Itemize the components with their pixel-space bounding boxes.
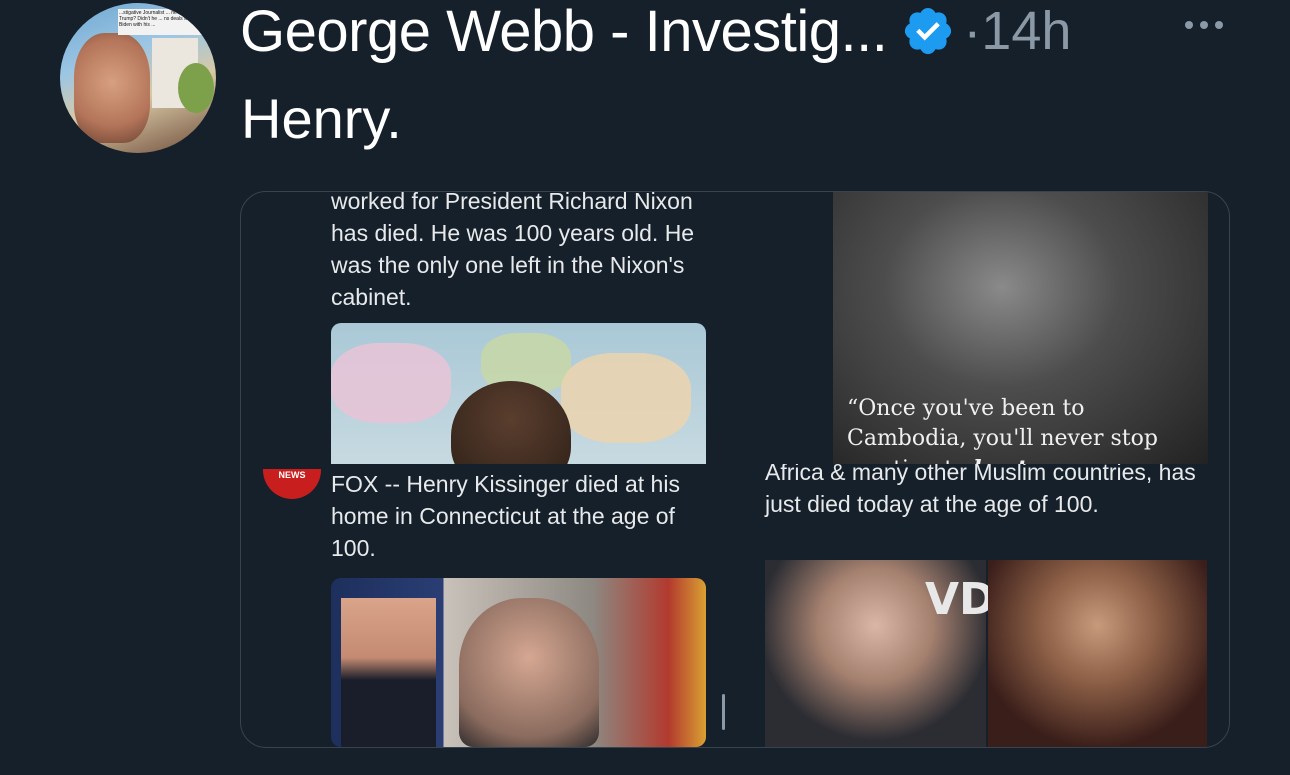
verified-badge-icon xyxy=(905,7,952,55)
media-bottom-right[interactable]: Africa & many other Muslim countries, ha… xyxy=(735,464,1229,747)
top-right-quote: “Once you've been to Cambodia, you'll ne… xyxy=(847,396,1158,464)
map-image xyxy=(331,323,706,464)
scroll-indicator[interactable] xyxy=(722,694,725,730)
bottom-left-text: FOX -- Henry Kissinger died at his home … xyxy=(331,471,680,561)
tweet-timestamp[interactable]: ·14h xyxy=(963,0,1071,62)
tweet-header: George Webb - Investig... ·14h xyxy=(240,0,1071,65)
avatar-face xyxy=(74,33,150,143)
media-top-right[interactable]: “Once you've been to Cambodia, you'll ne… xyxy=(735,192,1229,464)
young-portrait-image xyxy=(988,560,1207,747)
tweet-text: Henry. xyxy=(241,87,402,150)
author-avatar[interactable]: ...stigative Journalist ... ne of Yu to … xyxy=(60,3,216,153)
elder-portrait-image: VD xyxy=(765,560,996,747)
avatar-caption: ...stigative Journalist ... ne of Yu to … xyxy=(118,9,214,35)
bottom-right-text: Africa & many other Muslim countries, ha… xyxy=(765,464,1196,517)
media-bottom-left[interactable]: NEWS FOX -- Henry Kissinger died at his … xyxy=(241,464,735,747)
author-name[interactable]: George Webb - Investig... xyxy=(240,0,888,65)
avatar-tree xyxy=(178,63,214,113)
fox-broadcast-image xyxy=(331,578,706,747)
partial-logo: VD xyxy=(925,574,996,625)
elder-figure xyxy=(459,598,599,747)
media-top-left[interactable]: worked for President Richard Nixon has d… xyxy=(241,192,735,464)
portrait-head xyxy=(451,381,571,464)
news-logo: NEWS xyxy=(263,469,321,499)
top-left-text: worked for President Richard Nixon has d… xyxy=(331,192,695,310)
media-grid[interactable]: worked for President Richard Nixon has d… xyxy=(240,191,1230,748)
more-options-icon[interactable] xyxy=(1183,15,1225,35)
anchor-figure xyxy=(341,598,436,747)
